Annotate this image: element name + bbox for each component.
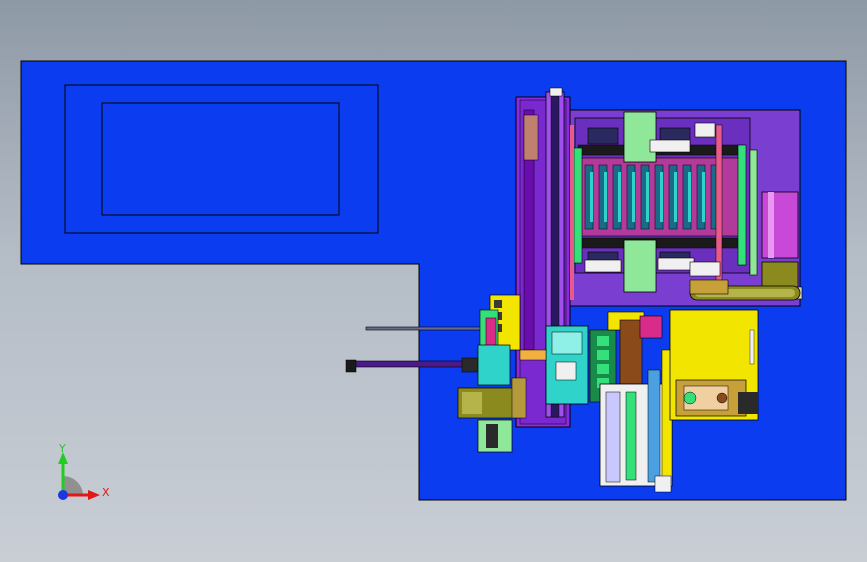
triad-x-label: X	[102, 486, 110, 499]
right-motor	[759, 191, 803, 300]
z-axis-origin	[58, 490, 68, 500]
assembly-model[interactable]	[0, 0, 867, 562]
yellow-plate	[669, 309, 759, 421]
triad-y-label: Y	[59, 442, 66, 455]
x-axis-arrow	[88, 490, 100, 500]
cad-graphics-viewport[interactable]: Y X	[0, 0, 867, 562]
reference-triad: Y X	[50, 440, 120, 510]
